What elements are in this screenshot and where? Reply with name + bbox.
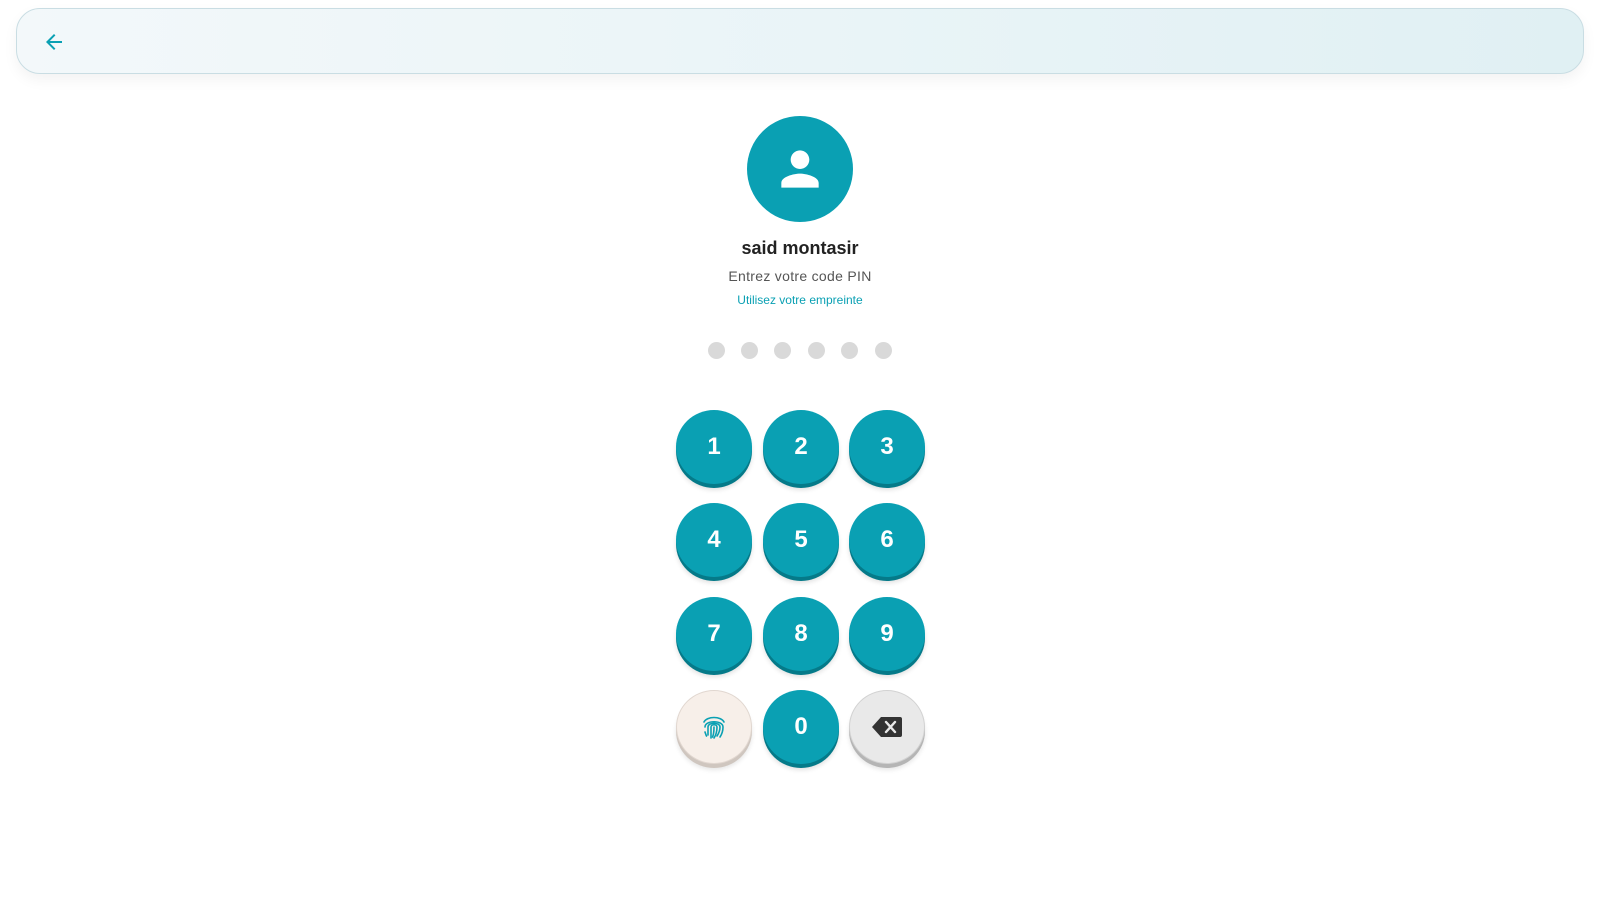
pin-prompt: Entrez votre code PIN (728, 268, 872, 284)
top-app-bar (16, 8, 1584, 74)
pin-indicator (700, 342, 900, 360)
pin-dot (708, 342, 725, 359)
key-2[interactable]: 2 (763, 410, 839, 484)
key-7[interactable]: 7 (676, 597, 752, 671)
pin-dot (741, 342, 758, 359)
arrow-left-icon (46, 34, 62, 50)
person-icon (781, 150, 819, 188)
delete-button[interactable] (849, 690, 925, 764)
avatar (747, 116, 853, 222)
key-3[interactable]: 3 (849, 410, 925, 484)
fingerprint-icon (703, 716, 725, 739)
key-4[interactable]: 4 (676, 503, 752, 577)
key-8[interactable]: 8 (763, 597, 839, 671)
pin-dot (808, 342, 825, 359)
pin-dot (875, 342, 892, 359)
pin-dot (841, 342, 858, 359)
fingerprint-button[interactable] (676, 690, 752, 764)
key-6[interactable]: 6 (849, 503, 925, 577)
backspace-icon (872, 717, 902, 737)
back-button[interactable] (39, 27, 69, 57)
use-fingerprint-link[interactable]: Utilisez votre empreinte (600, 293, 1000, 307)
key-1[interactable]: 1 (676, 410, 752, 484)
key-0[interactable]: 0 (763, 690, 839, 764)
pin-dot (774, 342, 791, 359)
key-5[interactable]: 5 (763, 503, 839, 577)
key-9[interactable]: 9 (849, 597, 925, 671)
user-name: said montasir (741, 238, 859, 258)
